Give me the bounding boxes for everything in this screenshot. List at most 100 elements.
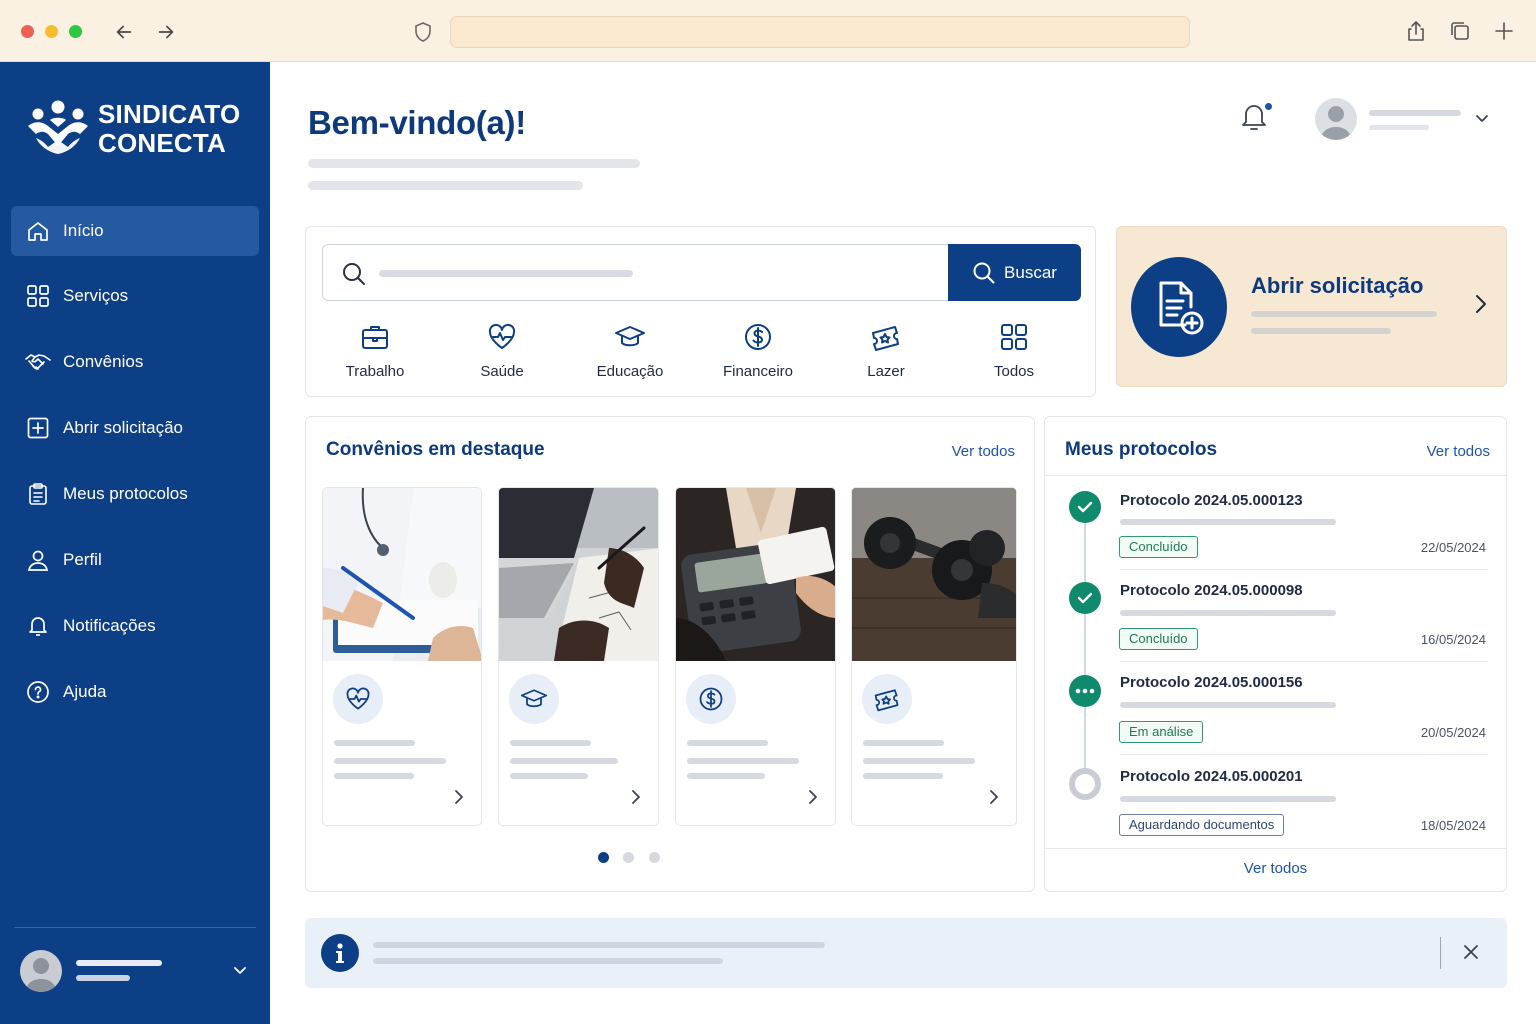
chevron-right-icon [809, 790, 817, 804]
partner-card[interactable] [498, 487, 659, 826]
status-badge: Aguardando documentos [1119, 814, 1285, 836]
partner-card[interactable] [851, 487, 1017, 826]
plus-icon[interactable] [1490, 17, 1518, 45]
sidebar-item-abrir-solicitacao[interactable]: Abrir solicitação [11, 403, 259, 453]
chevron-down-icon [234, 967, 246, 974]
minimize-window-button[interactable] [45, 25, 58, 38]
user-menu[interactable] [20, 948, 256, 994]
pending-circle-icon [1069, 768, 1101, 800]
protocol-title[interactable]: Protocolo 2024.05.000201 [1120, 768, 1303, 785]
divider [1045, 848, 1506, 849]
text-placeholder [1120, 796, 1336, 802]
text-placeholder [1120, 519, 1336, 525]
sidebar-item-notificacoes[interactable]: Notificações [11, 601, 259, 651]
pager-dot[interactable] [649, 852, 660, 863]
protocol-date: 20/05/2024 [1420, 725, 1486, 740]
sidebar-item-label: Serviços [63, 286, 129, 305]
partner-card[interactable] [675, 487, 836, 826]
avatar[interactable] [1315, 98, 1357, 140]
protocol-title[interactable]: Protocolo 2024.05.000098 [1120, 582, 1303, 599]
message-placeholder [373, 958, 723, 964]
my-protocols-card: Meus protocolos Ver todos Protocolo 2024… [1044, 416, 1507, 892]
back-arrow-icon[interactable] [110, 18, 138, 46]
protocol-title[interactable]: Protocolo 2024.05.000123 [1120, 492, 1303, 509]
dollar-icon [686, 674, 736, 724]
status-badge: Concluído [1119, 628, 1198, 650]
chevron-right-icon [632, 790, 640, 804]
graduation-cap-icon [615, 326, 645, 347]
protocol-title[interactable]: Protocolo 2024.05.000156 [1120, 674, 1303, 691]
more-dots-icon [1069, 675, 1101, 707]
page-title: Bem-vindo(a)! [308, 104, 526, 141]
sidebar-item-ajuda[interactable]: Ajuda [11, 667, 259, 717]
ticket-icon [872, 326, 899, 351]
notification-dot [1264, 102, 1273, 111]
sidebar-item-servicos[interactable]: Serviços [11, 271, 259, 321]
user-name-placeholder [1369, 110, 1461, 116]
brand-name: SINDICATO CONECTA [98, 99, 241, 158]
heart-pulse-icon [488, 323, 516, 349]
sidebar-item-perfil[interactable]: Perfil [11, 535, 259, 585]
status-badge: Em análise [1119, 721, 1204, 743]
text-placeholder [863, 773, 943, 779]
forward-arrow-icon[interactable] [152, 18, 180, 46]
text-placeholder [687, 773, 765, 779]
title-placeholder [687, 740, 768, 746]
search-input[interactable] [322, 244, 950, 301]
maximize-window-button[interactable] [69, 25, 82, 38]
partner-card[interactable] [322, 487, 482, 826]
user-role-placeholder [1369, 125, 1429, 130]
sidebar-item-label: Início [63, 221, 104, 240]
description-placeholder [1251, 311, 1437, 317]
divider [1120, 569, 1488, 570]
sidebar-item-meus-protocolos[interactable]: Meus protocolos [11, 469, 259, 519]
chevron-right-icon [455, 790, 463, 804]
plus-square-icon [25, 415, 51, 441]
title-placeholder [334, 740, 415, 746]
title-placeholder [863, 740, 944, 746]
bell-icon [25, 613, 51, 639]
open-request-card[interactable]: Abrir solicitação [1116, 226, 1507, 387]
category-todos[interactable]: Todos [954, 321, 1074, 385]
sidebar-item-label: Notificações [63, 616, 156, 635]
chevron-down-icon[interactable] [1472, 108, 1492, 128]
search-icon [343, 263, 365, 285]
share-icon[interactable] [1402, 17, 1430, 45]
sidebar-item-convenios[interactable]: Convênios [11, 337, 259, 387]
category-lazer[interactable]: Lazer [826, 321, 946, 385]
help-icon [25, 679, 51, 705]
user-icon [25, 547, 51, 573]
clipboard-icon [25, 481, 51, 507]
pager-dot-active[interactable] [598, 852, 609, 863]
description-placeholder [1251, 328, 1391, 334]
category-trabalho[interactable]: Trabalho [315, 321, 435, 385]
tabs-icon[interactable] [1446, 17, 1474, 45]
laptop-writing-image [499, 488, 658, 661]
text-placeholder [1120, 702, 1336, 708]
close-window-button[interactable] [21, 25, 34, 38]
info-banner [305, 918, 1507, 988]
text-placeholder [1120, 610, 1336, 616]
divider [1120, 661, 1488, 662]
search-button[interactable]: Buscar [948, 244, 1081, 301]
logo[interactable]: SINDICATO CONECTA [26, 98, 256, 158]
search-placeholder [379, 270, 633, 277]
pager-dot[interactable] [623, 852, 634, 863]
protocol-date: 16/05/2024 [1420, 632, 1486, 647]
category-saude[interactable]: Saúde [442, 321, 562, 385]
sidebar-item-inicio[interactable]: Início [11, 206, 259, 256]
category-financeiro[interactable]: Financeiro [698, 321, 818, 385]
category-educacao[interactable]: Educação [570, 321, 690, 385]
message-placeholder [373, 942, 825, 948]
see-all-link[interactable]: Ver todos [952, 443, 1015, 460]
protocol-date: 18/05/2024 [1420, 818, 1486, 833]
see-all-link[interactable]: Ver todos [1045, 860, 1506, 877]
see-all-link[interactable]: Ver todos [1427, 443, 1490, 460]
address-bar[interactable] [450, 16, 1190, 48]
timeline-line [1084, 509, 1086, 784]
close-icon[interactable] [1461, 942, 1481, 962]
people-logo-icon [28, 100, 88, 154]
divider [1045, 475, 1506, 476]
sidebar-item-label: Ajuda [63, 682, 107, 701]
section-title: Meus protocolos [1065, 439, 1218, 460]
